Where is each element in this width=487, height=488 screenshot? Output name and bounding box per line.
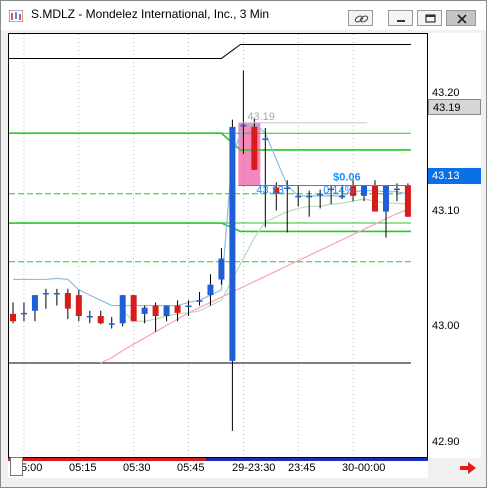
candle-body-1 <box>20 312 27 315</box>
y-tick-43-00: 43.00 <box>432 320 460 332</box>
link-button[interactable] <box>348 10 373 26</box>
candle-body-6 <box>75 295 82 316</box>
candle-body-3 <box>42 293 49 295</box>
title-bar[interactable]: S.MDLZ - Mondelez International, Inc., 3… <box>1 1 486 30</box>
candle-body-0 <box>10 313 16 322</box>
level-line-2 <box>9 132 411 151</box>
candle-body-11 <box>130 295 137 322</box>
candle-body-20 <box>229 126 236 361</box>
annotation-pnl-label: $0.06 <box>333 171 361 183</box>
candle-body-27 <box>306 195 313 198</box>
x-tick-23-45: 23:45 <box>288 462 316 474</box>
chart-app-icon <box>9 10 23 22</box>
scroll-handle[interactable] <box>10 457 23 476</box>
candle-body-36 <box>404 185 411 217</box>
minimize-button[interactable] <box>388 10 413 26</box>
candle-body-35 <box>393 188 400 191</box>
x-tick-05-30: 05:30 <box>123 462 151 474</box>
candle-body-9 <box>108 323 115 325</box>
price-axis[interactable]: 43.20 43.10 43.00 42.90 43.19 43.13 <box>428 33 481 458</box>
candle-body-19 <box>218 258 225 280</box>
window-title: S.MDLZ - Mondelez International, Inc., 3… <box>31 7 270 21</box>
candle-body-22 <box>251 126 258 170</box>
candle-body-18 <box>207 284 214 296</box>
candle-body-10 <box>119 295 126 324</box>
plot-area[interactable]: 43.19 43.13 $0.06 0.14% <box>8 33 428 458</box>
candle-body-26 <box>295 195 302 198</box>
minimize-icon <box>397 20 405 22</box>
ma-slow-line <box>100 208 409 364</box>
last-price-box: 43.13 <box>428 168 481 184</box>
candle-body-23 <box>262 138 269 140</box>
candle-body-21 <box>240 124 247 127</box>
chart-window: S.MDLZ - Mondelez International, Inc., 3… <box>0 0 487 488</box>
level-line-0 <box>9 43 411 59</box>
link-icon <box>354 15 369 23</box>
level-line-5 <box>9 222 411 233</box>
candle-body-13 <box>152 305 159 316</box>
y-tick-42-90: 42.90 <box>432 436 460 448</box>
candle-body-32 <box>361 185 368 196</box>
scroll-right-arrow-icon[interactable] <box>459 461 477 475</box>
candle-body-8 <box>97 316 104 324</box>
y-tick-43-20: 43.20 <box>432 87 460 99</box>
annotation-high-label: 43.19 <box>247 111 275 123</box>
candle-body-2 <box>31 295 38 311</box>
x-tick-30-00-00: 30-00:00 <box>342 462 386 474</box>
candle-body-16 <box>185 305 192 308</box>
restore-button[interactable] <box>417 10 442 26</box>
candle-body-12 <box>141 307 148 314</box>
x-tick-29-23-30: 29-23:30 <box>232 462 276 474</box>
session-strip <box>8 458 428 461</box>
y-tick-43-10: 43.10 <box>432 205 460 217</box>
price-chart[interactable]: 43.19 43.13 $0.060.14% <box>9 34 427 457</box>
candle-body-5 <box>64 293 71 309</box>
candle-body-7 <box>86 316 93 318</box>
candle-body-14 <box>163 305 170 316</box>
restore-icon <box>425 14 436 23</box>
close-button[interactable] <box>446 10 476 26</box>
candle-body-34 <box>382 185 389 212</box>
x-tick-5-00: 5:00 <box>21 462 43 474</box>
candle-body-33 <box>372 185 379 212</box>
x-tick-05-45: 05:45 <box>177 462 205 474</box>
marker-price-box: 43.19 <box>428 99 481 115</box>
annotation-low-label: 43.13 <box>256 184 284 196</box>
time-axis[interactable]: 5:00 05:15 05:30 05:45 29-23:30 23:45 30… <box>8 458 428 478</box>
annotation-pct-label: 0.14% <box>323 184 354 196</box>
candle-body-15 <box>174 305 181 313</box>
x-tick-05-15: 05:15 <box>69 462 97 474</box>
candle-body-17 <box>196 300 203 302</box>
candle-body-4 <box>53 293 60 295</box>
candle-body-25 <box>284 187 291 190</box>
close-icon <box>457 14 467 24</box>
